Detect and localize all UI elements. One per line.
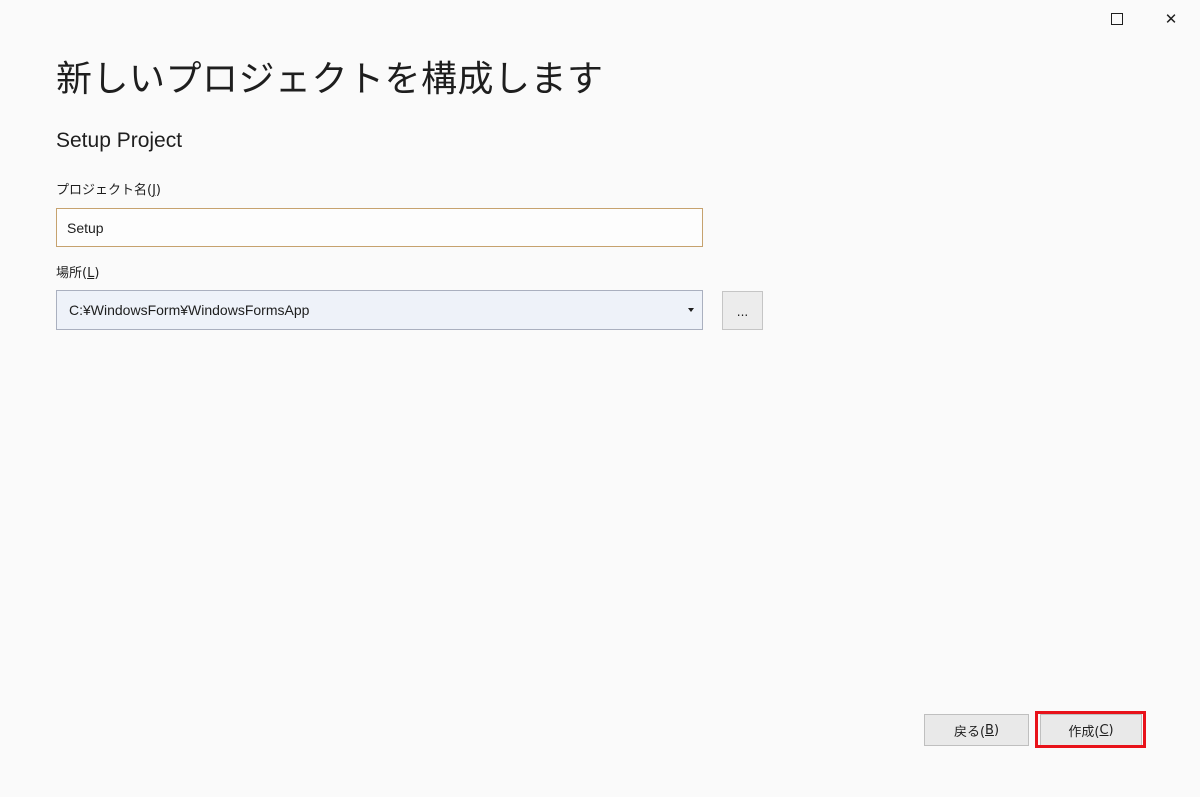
configure-project-window: ✕ 新しいプロジェクトを構成します Setup Project プロジェクト名(… bbox=[0, 0, 1200, 797]
project-name-value: Setup bbox=[67, 219, 104, 236]
dropdown-arrow-icon[interactable] bbox=[680, 291, 702, 329]
close-icon: ✕ bbox=[1164, 10, 1178, 28]
maximize-icon bbox=[1111, 13, 1123, 25]
location-combobox[interactable]: C:¥WindowsForm¥WindowsFormsApp bbox=[56, 290, 703, 330]
close-button[interactable]: ✕ bbox=[1148, 4, 1194, 34]
project-template-title: Setup Project bbox=[56, 129, 183, 152]
browse-button[interactable]: ... bbox=[722, 291, 763, 330]
page-title: 新しいプロジェクトを構成します bbox=[56, 59, 604, 100]
browse-button-label: ... bbox=[736, 305, 749, 319]
location-value: C:¥WindowsForm¥WindowsFormsApp bbox=[69, 302, 310, 318]
create-button[interactable]: 作成(C) bbox=[1040, 714, 1142, 746]
back-button[interactable]: 戻る(B) bbox=[924, 714, 1029, 746]
location-label: 場所(L) bbox=[56, 266, 100, 281]
project-name-label: プロジェクト名(J) bbox=[56, 183, 161, 198]
maximize-button[interactable] bbox=[1094, 4, 1140, 34]
project-name-input[interactable]: Setup bbox=[56, 208, 703, 247]
